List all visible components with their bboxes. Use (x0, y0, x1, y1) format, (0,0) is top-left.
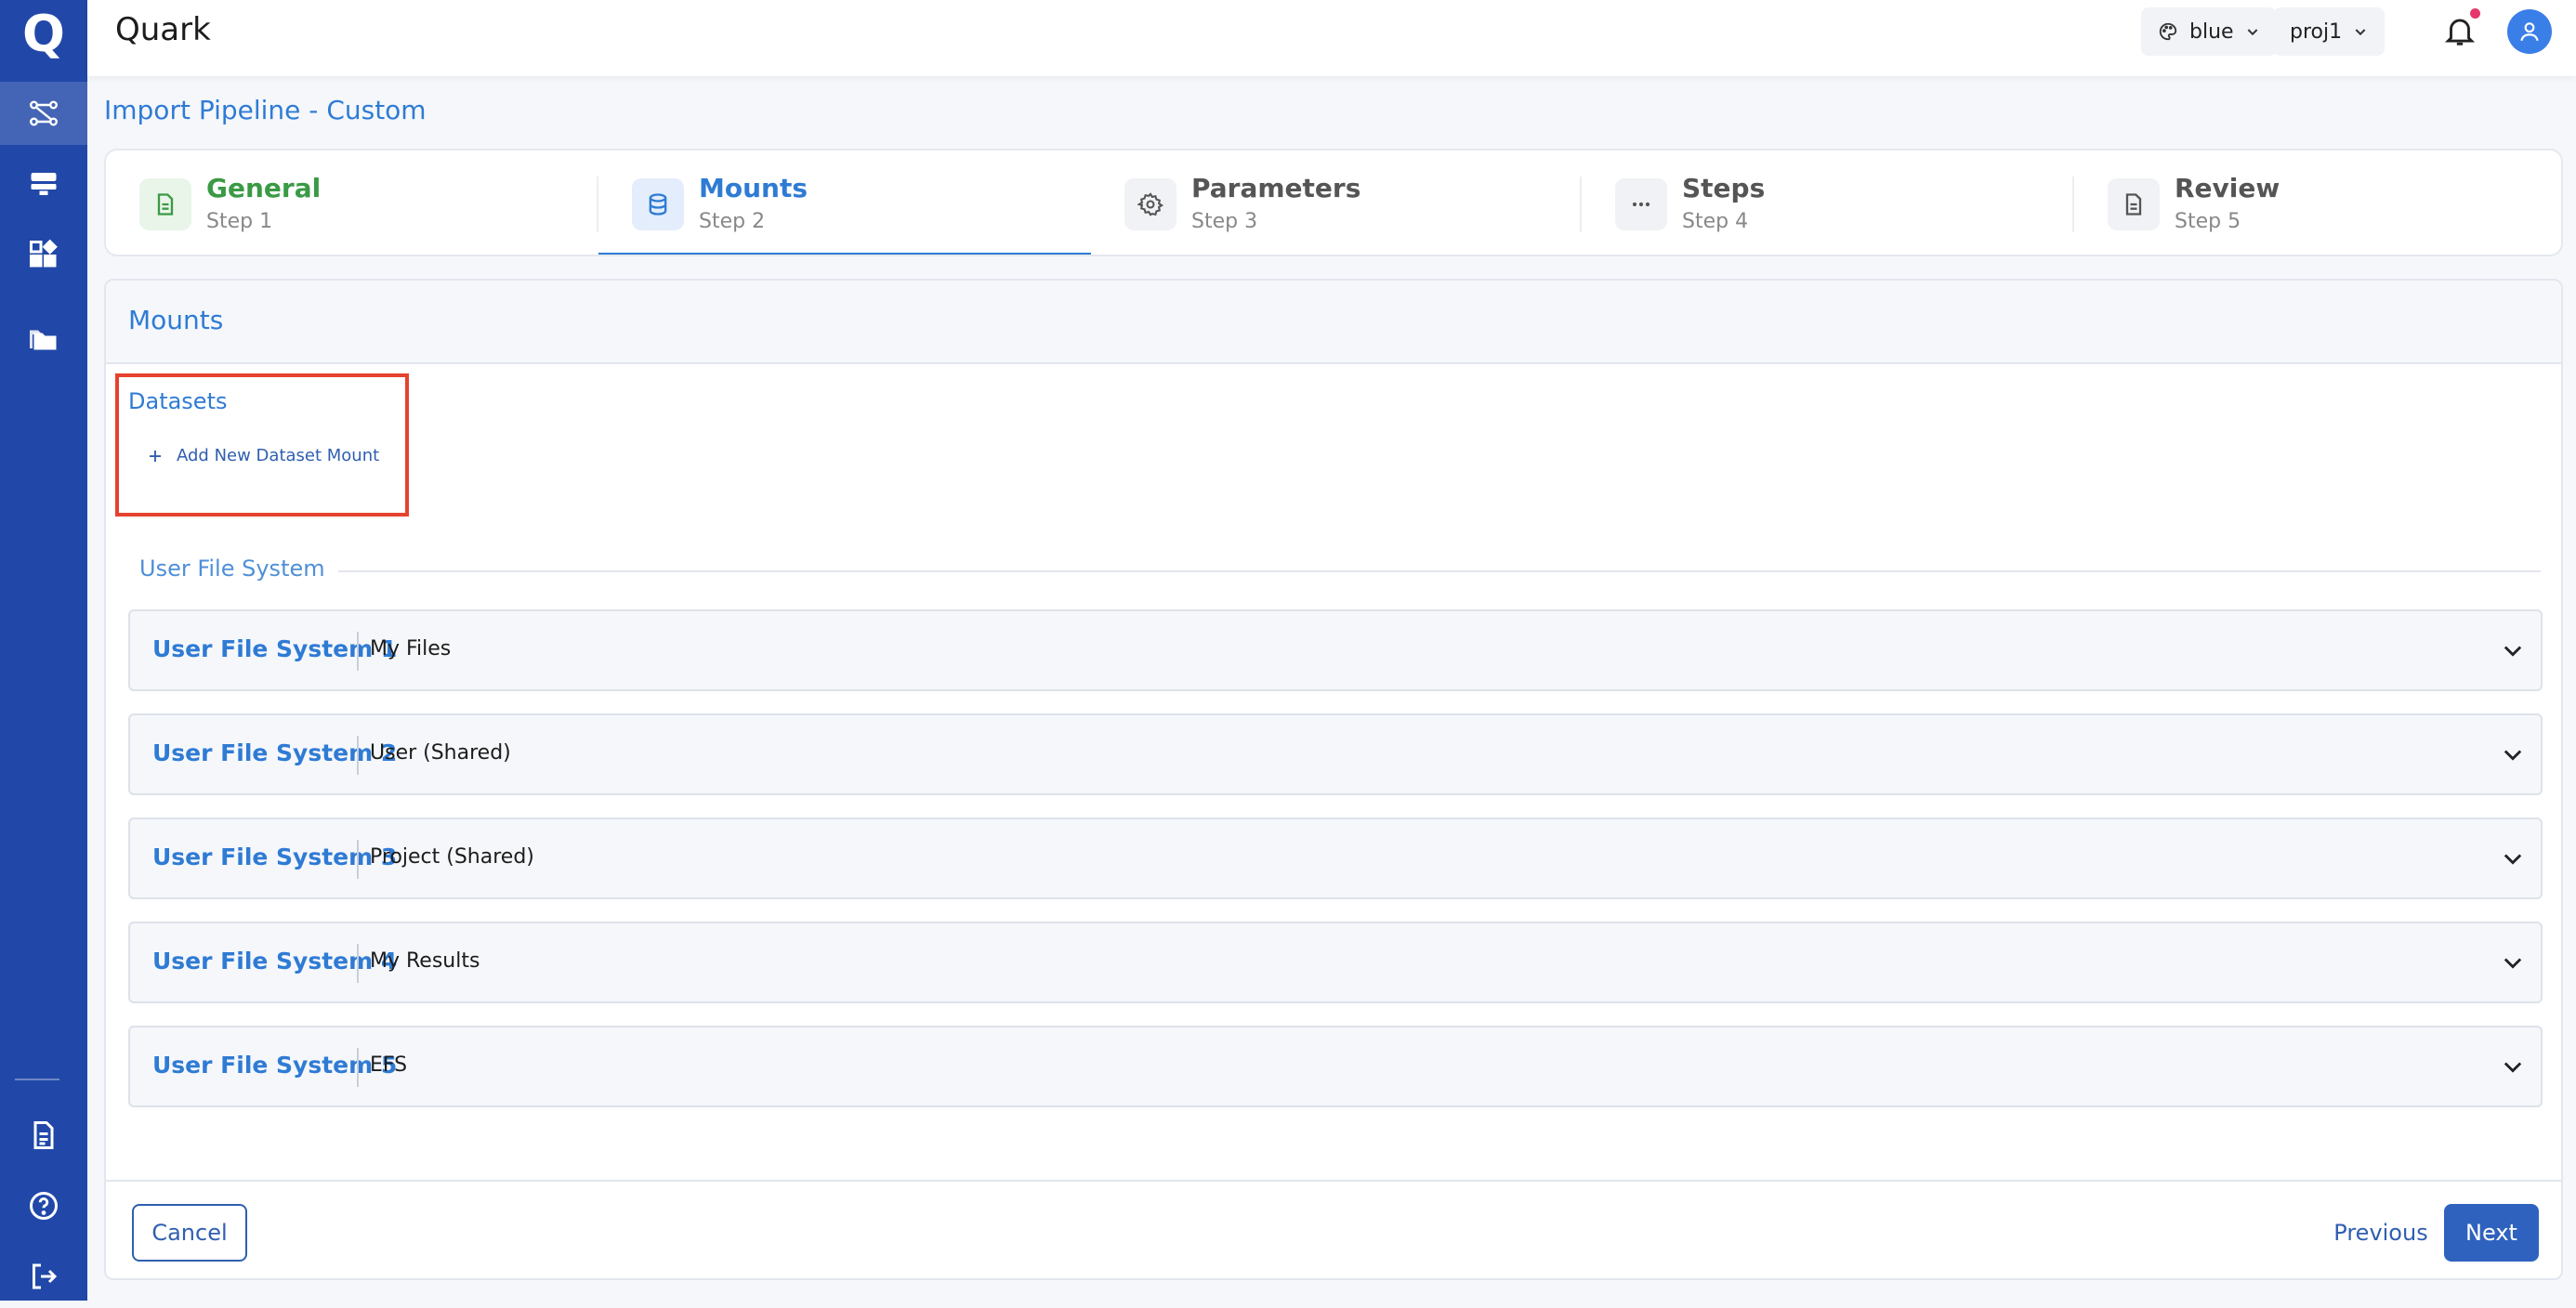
server-icon (31, 173, 57, 195)
chevron-down-icon[interactable] (2500, 949, 2526, 975)
sidebar-item-docs[interactable] (0, 1104, 87, 1167)
apps-icon (30, 239, 58, 268)
previous-button[interactable]: Previous (2307, 1204, 2455, 1262)
active-step-indicator (598, 253, 1091, 255)
sidebar-item-logout[interactable] (0, 1245, 87, 1308)
step-review[interactable]: Review Step 5 (2074, 150, 2561, 255)
chevron-down-icon[interactable] (2500, 845, 2526, 871)
ellipsis-icon (1632, 202, 1650, 207)
step-parameters[interactable]: Parameters Step 3 (1091, 150, 1584, 255)
sidebar-item-servers[interactable] (0, 152, 87, 216)
step-icon-box (2108, 178, 2160, 230)
top-bar: Quark blue proj1 (87, 0, 2576, 76)
document-icon (157, 193, 174, 216)
project-label: proj1 (2290, 20, 2343, 44)
logout-icon (33, 1263, 58, 1289)
step-icon-box (1124, 178, 1176, 230)
datasets-label: Datasets (128, 388, 228, 414)
step-mounts[interactable]: Mounts Step 2 (598, 150, 1091, 255)
fs-name: User File System 2 (152, 739, 398, 766)
step-subtitle: Step 3 (1191, 210, 1258, 233)
document-icon (33, 1121, 54, 1149)
step-steps[interactable]: Steps Step 4 (1582, 150, 2074, 255)
sidebar-divider (15, 1079, 59, 1080)
user-icon (2520, 22, 2539, 42)
fs-value: My Results (370, 949, 480, 973)
step-general[interactable]: General Step 1 (106, 150, 598, 255)
step-title: Parameters (1191, 173, 1361, 203)
palette-icon (2159, 22, 2177, 41)
chevron-down-icon[interactable] (2500, 637, 2526, 663)
sidebar-item-files[interactable] (0, 308, 87, 372)
help-icon (30, 1192, 58, 1220)
step-title: Review (2175, 173, 2280, 203)
chevron-down-icon (2355, 29, 2366, 36)
card-header: Mounts (106, 281, 2561, 364)
step-subtitle: Step 2 (699, 210, 766, 233)
fs-divider (357, 736, 359, 775)
user-file-system-row[interactable]: User File System 3 Project (Shared) (128, 818, 2543, 899)
fs-name: User File System 4 (152, 948, 398, 974)
fieldset-divider (139, 570, 2541, 572)
app-logo[interactable]: Q (0, 0, 87, 67)
fs-name: User File System 3 (152, 844, 398, 870)
step-subtitle: Step 1 (206, 210, 273, 233)
fs-value: EFS (370, 1053, 408, 1077)
chevron-down-icon[interactable] (2500, 741, 2526, 767)
add-dataset-mount-button[interactable]: Add New Dataset Mount (147, 446, 379, 465)
card-footer: Cancel Previous Next (106, 1180, 2561, 1278)
sidebar-item-apps[interactable] (0, 223, 87, 286)
theme-selector[interactable]: blue (2141, 7, 2277, 56)
add-dataset-mount-label: Add New Dataset Mount (177, 446, 380, 465)
user-file-system-row[interactable]: User File System 5 EFS (128, 1026, 2543, 1107)
wizard-stepper: General Step 1 Mounts Step 2 Parameters … (104, 149, 2563, 256)
fs-divider (357, 944, 359, 983)
user-file-system-row[interactable]: User File System 1 My Files (128, 609, 2543, 691)
database-icon (649, 193, 667, 216)
project-selector[interactable]: proj1 (2273, 7, 2385, 56)
folder-icon (30, 330, 57, 350)
theme-label: blue (2189, 20, 2234, 44)
fs-divider (357, 840, 359, 879)
sidebar-item-pipelines[interactable] (0, 82, 87, 145)
step-icon-box (139, 178, 191, 230)
user-file-system-section-label: User File System (139, 556, 338, 582)
gear-icon (1137, 192, 1163, 216)
fs-divider (357, 1048, 359, 1087)
next-button[interactable]: Next (2444, 1204, 2539, 1262)
fs-name: User File System 5 (152, 1052, 398, 1079)
page-title: Import Pipeline - Custom (104, 95, 427, 125)
fs-name: User File System 1 (152, 635, 398, 662)
fs-value: My Files (370, 637, 452, 661)
user-file-system-row[interactable]: User File System 2 User (Shared) (128, 713, 2543, 795)
step-subtitle: Step 5 (2175, 210, 2241, 233)
document-icon (2125, 193, 2142, 216)
avatar[interactable] (2507, 9, 2552, 54)
step-icon-box (632, 178, 684, 230)
card-title: Mounts (128, 305, 224, 335)
fs-value: Project (Shared) (370, 845, 534, 869)
chevron-down-icon[interactable] (2500, 1053, 2526, 1079)
pipeline-icon (29, 100, 58, 126)
step-icon-box (1615, 178, 1667, 230)
fs-divider (357, 632, 359, 671)
app-title: Quark (115, 11, 211, 48)
plus-icon (150, 450, 161, 462)
step-title: Mounts (699, 173, 808, 203)
step-title: Steps (1682, 173, 1766, 203)
notification-badge (2470, 8, 2480, 19)
fs-value: User (Shared) (370, 741, 511, 765)
sidebar-item-help[interactable] (0, 1174, 87, 1237)
step-subtitle: Step 4 (1682, 210, 1749, 233)
user-file-system-row[interactable]: User File System 4 My Results (128, 922, 2543, 1003)
chevron-down-icon (2247, 29, 2257, 36)
cancel-button[interactable]: Cancel (132, 1204, 247, 1262)
mounts-card: Mounts Datasets Add New Dataset Mount Us… (104, 279, 2563, 1280)
step-title: General (206, 173, 322, 203)
sidebar: Q (0, 0, 87, 1301)
bell-icon[interactable] (2442, 13, 2477, 48)
